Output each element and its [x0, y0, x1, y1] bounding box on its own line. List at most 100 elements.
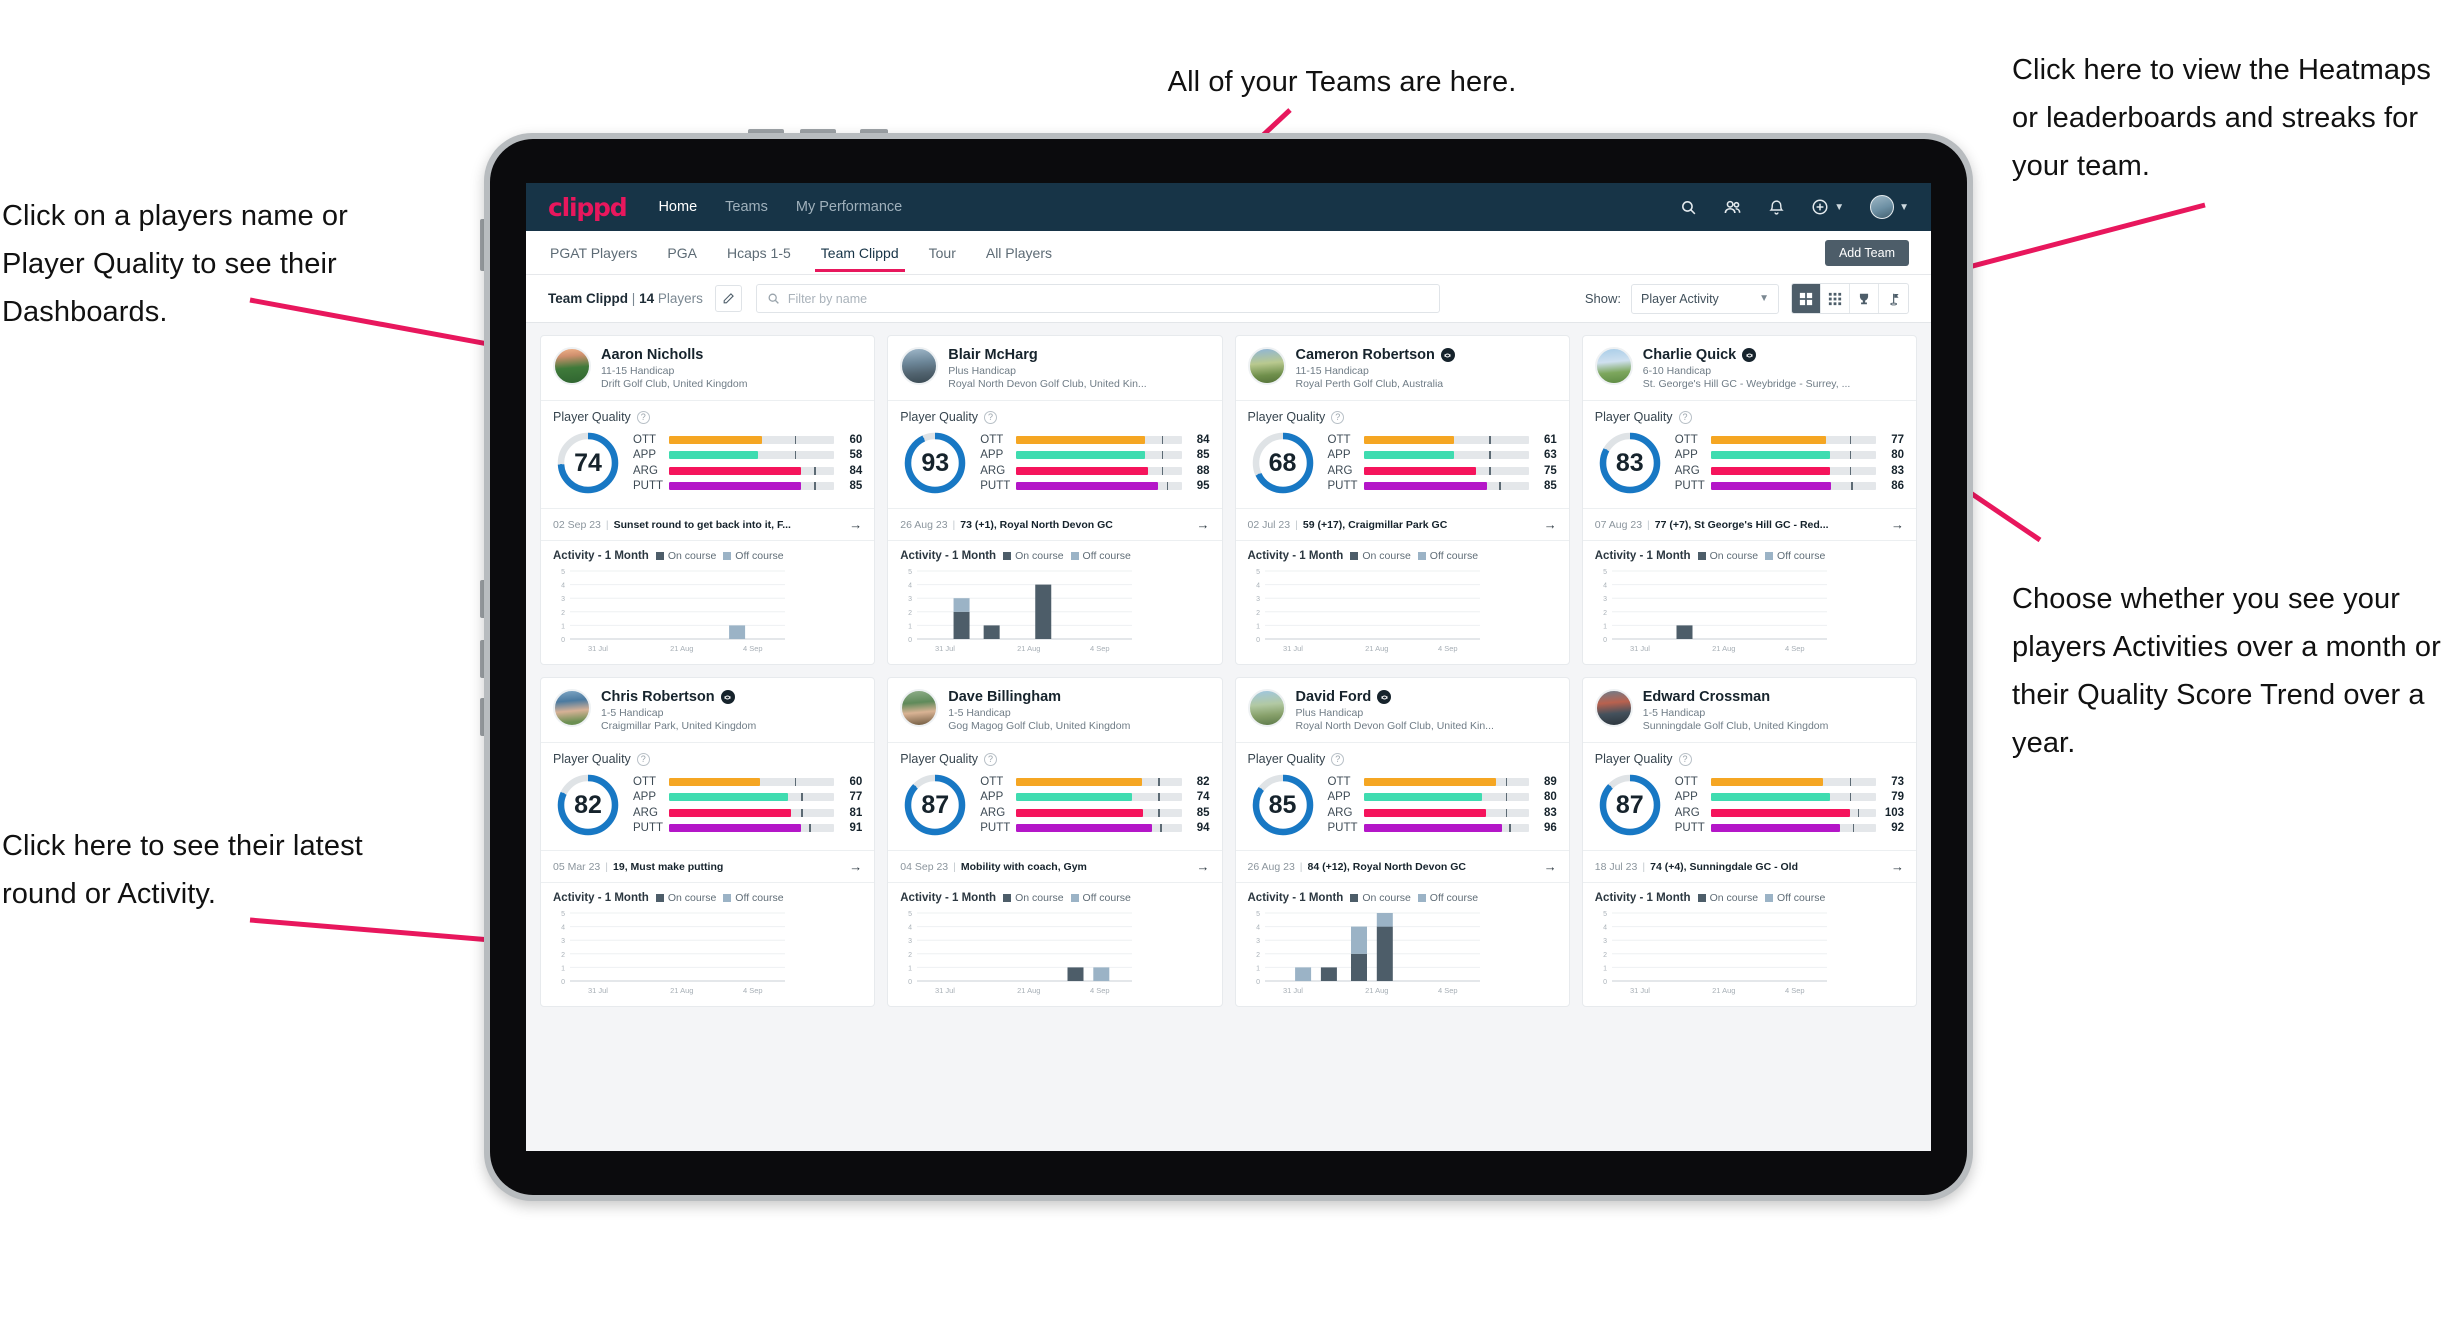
nav-home[interactable]: Home	[658, 199, 697, 215]
clippd-logo[interactable]: clippd	[548, 193, 628, 222]
player-name[interactable]: David Ford	[1296, 689, 1372, 705]
arrow-right-icon[interactable]: →	[849, 517, 862, 532]
player-quality-header[interactable]: Player Quality?	[541, 401, 874, 424]
svg-text:2: 2	[1603, 952, 1607, 959]
arrow-right-icon[interactable]: →	[1544, 517, 1557, 532]
player-name[interactable]: Charlie Quick	[1643, 347, 1736, 363]
player-avatar[interactable]	[1594, 347, 1633, 385]
latest-round-row[interactable]: 18 Jul 23 | 74 (+4), Sunningdale GC - Old →	[1582, 850, 1916, 883]
latest-round-row[interactable]: 07 Aug 23 | 77 (+7), St George's Hill GC -…	[1582, 508, 1916, 541]
player-card[interactable]: Dave Billingham 1-5 Handicap Gog Magog Gol…	[887, 677, 1223, 1007]
player-card[interactable]: Edward Crossman 1-5 Handicap Sunningdale G…	[1581, 677, 1917, 1007]
player-card[interactable]: Blair McHarg Plus Handicap Royal North Dev…	[887, 335, 1223, 665]
player-avatar[interactable]	[900, 689, 939, 727]
arrow-right-icon[interactable]: →	[1891, 859, 1904, 874]
question-mark-icon[interactable]: ?	[1678, 752, 1692, 766]
player-quality-header[interactable]: Player Quality?	[1236, 401, 1569, 424]
avatar[interactable]: ▼	[1870, 195, 1909, 219]
question-mark-icon[interactable]: ?	[1331, 752, 1345, 766]
tab-all-players[interactable]: All Players	[984, 234, 1054, 272]
player-quality-body[interactable]: 85 OTT 89 APP 80 ARG 83 PUTT 96	[1236, 766, 1569, 850]
streaks-button[interactable]	[1879, 284, 1908, 313]
quality-score-ring[interactable]: 87	[900, 770, 970, 840]
search-input[interactable]: Filter by name	[755, 284, 1440, 313]
edit-team-button[interactable]	[714, 285, 742, 312]
player-quality-header[interactable]: Player Quality?	[888, 401, 1221, 424]
tab-hcaps-1-5[interactable]: Hcaps 1-5	[725, 234, 793, 272]
latest-round-row[interactable]: 05 Mar 23 | 19, Must make putting →	[541, 850, 875, 883]
latest-round-text: 77 (+7), St George's Hill GC - Red...	[1654, 518, 1829, 531]
player-card[interactable]: Cameron Robertson 11-15 Handicap Royal Per…	[1234, 335, 1570, 665]
question-mark-icon[interactable]: ?	[1331, 410, 1345, 424]
player-card[interactable]: Chris Robertson 1-5 Handicap Craigmillar P…	[540, 677, 876, 1007]
player-avatar[interactable]	[1247, 689, 1286, 727]
quality-score-ring[interactable]: 68	[1248, 428, 1318, 498]
player-quality-header[interactable]: Player Quality?	[1583, 743, 1916, 766]
quality-score-ring[interactable]: 87	[1595, 770, 1665, 840]
arrow-right-icon[interactable]: →	[1197, 859, 1210, 874]
search-icon[interactable]	[1680, 199, 1697, 216]
player-quality-header[interactable]: Player Quality?	[888, 743, 1221, 766]
player-avatar[interactable]	[1594, 689, 1633, 727]
grid-view-button[interactable]	[1792, 284, 1821, 313]
metric-value: 73	[1891, 775, 1904, 788]
arrow-right-icon[interactable]: →	[1891, 517, 1904, 532]
arrow-right-icon[interactable]: →	[1544, 859, 1557, 874]
player-name[interactable]: Blair McHarg	[948, 347, 1037, 363]
question-mark-icon[interactable]: ?	[984, 752, 998, 766]
tab-tour[interactable]: Tour	[927, 234, 958, 272]
quality-score-ring[interactable]: 85	[1248, 770, 1318, 840]
add-team-button[interactable]: Add Team	[1824, 239, 1909, 266]
player-quality-body[interactable]: 87 OTT 82 APP 74 ARG 85 PUTT 94	[888, 766, 1221, 850]
player-quality-body[interactable]: 83 OTT 77 APP 80 ARG 83 PUTT 86	[1583, 424, 1916, 508]
tab-pgat-players[interactable]: PGAT Players	[548, 234, 639, 272]
player-quality-header[interactable]: Player Quality?	[1583, 401, 1916, 424]
player-card[interactable]: David Ford Plus Handicap Royal North Devon…	[1234, 677, 1570, 1007]
latest-round-row[interactable]: 02 Sep 23 | Sunset round to get back into …	[541, 508, 875, 541]
nav-my-performance[interactable]: My Performance	[796, 199, 902, 215]
player-name[interactable]: Aaron Nicholls	[601, 347, 703, 363]
question-mark-icon[interactable]: ?	[1678, 410, 1692, 424]
player-quality-body[interactable]: 82 OTT 60 APP 77 ARG 81 PUTT 91	[541, 766, 874, 850]
question-mark-icon[interactable]: ?	[636, 410, 650, 424]
player-name[interactable]: Dave Billingham	[948, 689, 1061, 705]
bell-icon[interactable]	[1768, 199, 1785, 216]
leaderboard-button[interactable]	[1850, 284, 1879, 313]
tab-pga[interactable]: PGA	[665, 234, 699, 272]
player-avatar[interactable]	[900, 347, 939, 385]
latest-round-row[interactable]: 26 Aug 23 | 84 (+12), Royal North Devon GC…	[1235, 850, 1569, 883]
player-card[interactable]: Aaron Nicholls 11-15 Handicap Drift Golf C…	[540, 335, 876, 665]
player-quality-header[interactable]: Player Quality?	[1236, 743, 1569, 766]
arrow-right-icon[interactable]: →	[849, 859, 862, 874]
latest-round-row[interactable]: 02 Jul 23 | 59 (+17), Craigmillar Park GC →	[1235, 508, 1569, 541]
player-name[interactable]: Edward Crossman	[1643, 689, 1770, 705]
player-name[interactable]: Chris Robertson	[601, 689, 715, 705]
show-select[interactable]: Player Activity ▼	[1631, 283, 1779, 314]
question-mark-icon[interactable]: ?	[636, 752, 650, 766]
player-avatar[interactable]	[553, 347, 591, 385]
quality-score-value: 82	[574, 790, 602, 819]
quality-score-ring[interactable]: 74	[553, 428, 623, 498]
quality-score-ring[interactable]: 82	[553, 770, 623, 840]
plus-circle-icon[interactable]: ▼	[1811, 198, 1844, 216]
player-avatar[interactable]	[553, 689, 591, 727]
player-quality-header[interactable]: Player Quality?	[541, 743, 874, 766]
player-quality-body[interactable]: 74 OTT 60 APP 58 ARG 84 PUTT 85	[541, 424, 874, 508]
quality-score-ring[interactable]: 93	[900, 428, 970, 498]
player-quality-body[interactable]: 93 OTT 84 APP 85 ARG 88 PUTT 95	[888, 424, 1221, 508]
nav-teams[interactable]: Teams	[725, 199, 768, 215]
quality-score-ring[interactable]: 83	[1595, 428, 1665, 498]
people-icon[interactable]	[1723, 198, 1742, 217]
question-mark-icon[interactable]: ?	[984, 410, 998, 424]
latest-round-row[interactable]: 26 Aug 23 | 73 (+1), Royal North Devon GC →	[888, 508, 1222, 541]
latest-round-row[interactable]: 04 Sep 23 | Mobility with coach, Gym →	[888, 850, 1222, 883]
metric-label: APP	[633, 791, 657, 804]
player-name[interactable]: Cameron Robertson	[1296, 347, 1435, 363]
player-card[interactable]: Charlie Quick 6-10 Handicap St. George's H…	[1581, 335, 1917, 665]
heatmap-view-button[interactable]	[1821, 284, 1850, 313]
tab-team-clippd[interactable]: Team Clippd	[814, 234, 905, 272]
player-avatar[interactable]	[1247, 347, 1286, 385]
player-quality-body[interactable]: 87 OTT 73 APP 79 ARG 103 PUTT 92	[1583, 766, 1916, 850]
arrow-right-icon[interactable]: →	[1197, 517, 1210, 532]
player-quality-body[interactable]: 68 OTT 61 APP 63 ARG 75 PUTT 85	[1236, 424, 1569, 508]
